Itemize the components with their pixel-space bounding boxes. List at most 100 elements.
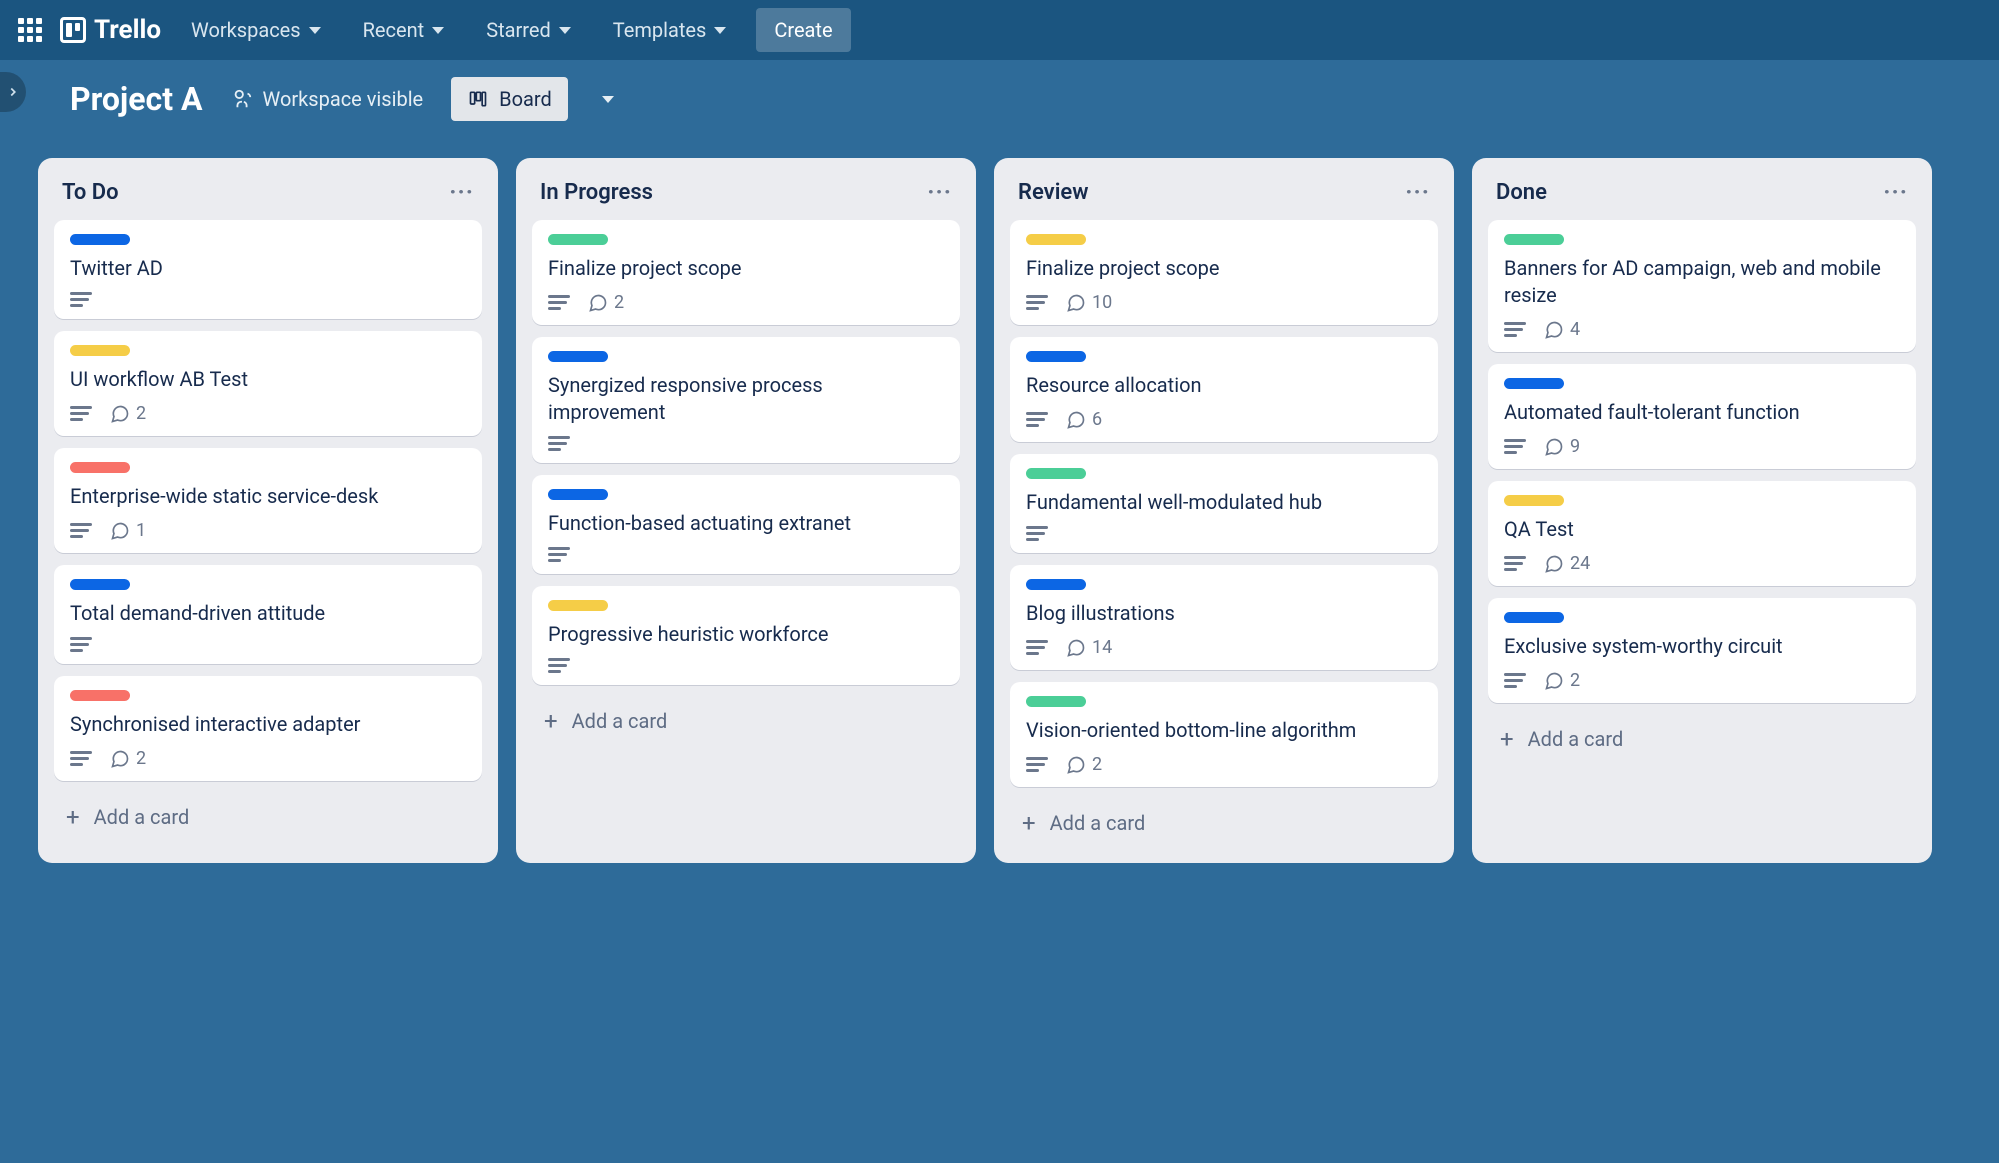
list-menu-button[interactable]: ··· — [927, 178, 952, 206]
card-title: Function-based actuating extranet — [548, 510, 944, 537]
comments-badge: 6 — [1066, 409, 1102, 430]
card-label-yellow[interactable] — [548, 600, 608, 611]
comments-badge: 1 — [110, 520, 146, 541]
list-header: In Progress ··· — [526, 172, 966, 220]
card-label-green[interactable] — [1026, 468, 1086, 479]
card-label-yellow[interactable] — [1504, 495, 1564, 506]
card[interactable]: Blog illustrations14 — [1010, 565, 1438, 670]
card-title: Progressive heuristic workforce — [548, 621, 944, 648]
card[interactable]: Twitter AD — [54, 220, 482, 319]
card-label-yellow[interactable] — [70, 345, 130, 356]
add-card-label: Add a card — [94, 805, 190, 829]
board-view-icon — [467, 89, 489, 109]
comments-count: 2 — [136, 748, 146, 769]
chevron-down-icon — [432, 27, 444, 34]
card[interactable]: Vision-oriented bottom-line algorithm2 — [1010, 682, 1438, 787]
card-label-blue[interactable] — [1026, 351, 1086, 362]
card-label-green[interactable] — [548, 234, 608, 245]
card-label-blue[interactable] — [1504, 612, 1564, 623]
chevron-down-icon — [714, 27, 726, 34]
card[interactable]: Synergized responsive process improvemen… — [532, 337, 960, 463]
comments-count: 2 — [1570, 670, 1580, 691]
card[interactable]: Resource allocation6 — [1010, 337, 1438, 442]
trello-logo[interactable]: Trello — [60, 15, 161, 45]
card-title: Finalize project scope — [1026, 255, 1422, 282]
view-chevron-down-icon[interactable] — [602, 96, 614, 103]
card[interactable]: Automated fault-tolerant function9 — [1488, 364, 1916, 469]
add-card-button[interactable]: +Add a card — [48, 791, 488, 843]
top-nav: Trello Workspaces Recent Starred Templat… — [0, 0, 1999, 60]
card-label-blue[interactable] — [1026, 579, 1086, 590]
card-label-blue[interactable] — [548, 351, 608, 362]
card-label-yellow[interactable] — [1026, 234, 1086, 245]
board-canvas: To Do ··· Twitter AD UI workflow AB Test2 En… — [0, 138, 1999, 883]
comments-count: 24 — [1570, 553, 1590, 574]
description-icon — [70, 523, 92, 538]
board-title[interactable]: Project A — [70, 80, 203, 118]
view-label: Board — [499, 87, 552, 111]
card-title: Exclusive system-worthy circuit — [1504, 633, 1900, 660]
cards-container: Finalize project scope2 Synergized respon… — [526, 220, 966, 685]
card[interactable]: Progressive heuristic workforce — [532, 586, 960, 685]
list-title[interactable]: Review — [1018, 180, 1089, 205]
card-badges: 10 — [1026, 292, 1422, 313]
card[interactable]: QA Test24 — [1488, 481, 1916, 586]
list-menu-button[interactable]: ··· — [1883, 178, 1908, 206]
card-title: Twitter AD — [70, 255, 466, 282]
card[interactable]: Total demand-driven attitude — [54, 565, 482, 664]
card[interactable]: Synchronised interactive adapter2 — [54, 676, 482, 781]
card-label-blue[interactable] — [70, 579, 130, 590]
card-title: Fundamental well-modulated hub — [1026, 489, 1422, 516]
card-label-blue[interactable] — [548, 489, 608, 500]
create-button[interactable]: Create — [756, 8, 850, 52]
description-icon — [70, 292, 92, 307]
nav-recent[interactable]: Recent — [351, 10, 457, 50]
card[interactable]: Finalize project scope2 — [532, 220, 960, 325]
card-label-blue[interactable] — [1504, 378, 1564, 389]
card[interactable]: UI workflow AB Test2 — [54, 331, 482, 436]
card[interactable]: Finalize project scope 10 — [1010, 220, 1438, 325]
card[interactable]: Exclusive system-worthy circuit 2 — [1488, 598, 1916, 703]
card-badges — [548, 547, 944, 562]
nav-label: Starred — [486, 18, 551, 42]
list-title[interactable]: To Do — [62, 180, 119, 205]
card[interactable]: Fundamental well-modulated hub — [1010, 454, 1438, 553]
add-card-button[interactable]: +Add a card — [1482, 713, 1922, 765]
card-badges — [1026, 526, 1422, 541]
board-view-button[interactable]: Board — [451, 77, 568, 121]
card-badges — [70, 637, 466, 652]
comments-badge: 4 — [1544, 319, 1580, 340]
cards-container: Finalize project scope 10 Resource allocat… — [1004, 220, 1444, 787]
card-label-red[interactable] — [70, 690, 130, 701]
list-header: Review ··· — [1004, 172, 1444, 220]
cards-container: Twitter AD UI workflow AB Test2 Enterprise… — [48, 220, 488, 781]
create-label: Create — [774, 18, 832, 42]
nav-workspaces[interactable]: Workspaces — [179, 10, 333, 50]
list-title[interactable]: In Progress — [540, 180, 653, 205]
card[interactable]: Banners for AD campaign, web and mobile … — [1488, 220, 1916, 352]
card-badges: 14 — [1026, 637, 1422, 658]
add-card-button[interactable]: +Add a card — [526, 695, 966, 747]
chevron-down-icon — [559, 27, 571, 34]
card[interactable]: Function-based actuating extranet — [532, 475, 960, 574]
card-badges: 2 — [1504, 670, 1900, 691]
comments-count: 2 — [1092, 754, 1102, 775]
card-label-blue[interactable] — [70, 234, 130, 245]
list-header: To Do ··· — [48, 172, 488, 220]
apps-grid-icon[interactable] — [18, 18, 42, 42]
card-label-green[interactable] — [1026, 696, 1086, 707]
add-card-button[interactable]: +Add a card — [1004, 797, 1444, 849]
list-menu-button[interactable]: ··· — [449, 178, 474, 206]
card-label-red[interactable] — [70, 462, 130, 473]
card[interactable]: Enterprise-wide static service-desk1 — [54, 448, 482, 553]
comments-badge: 2 — [110, 748, 146, 769]
visibility-button[interactable]: Workspace visible — [231, 87, 424, 111]
card-label-green[interactable] — [1504, 234, 1564, 245]
nav-templates[interactable]: Templates — [601, 10, 739, 50]
description-icon — [1026, 640, 1048, 655]
list-title[interactable]: Done — [1496, 180, 1547, 205]
expand-sidebar-button[interactable] — [0, 72, 26, 112]
list-menu-button[interactable]: ··· — [1405, 178, 1430, 206]
nav-starred[interactable]: Starred — [474, 10, 583, 50]
description-icon — [1026, 526, 1048, 541]
